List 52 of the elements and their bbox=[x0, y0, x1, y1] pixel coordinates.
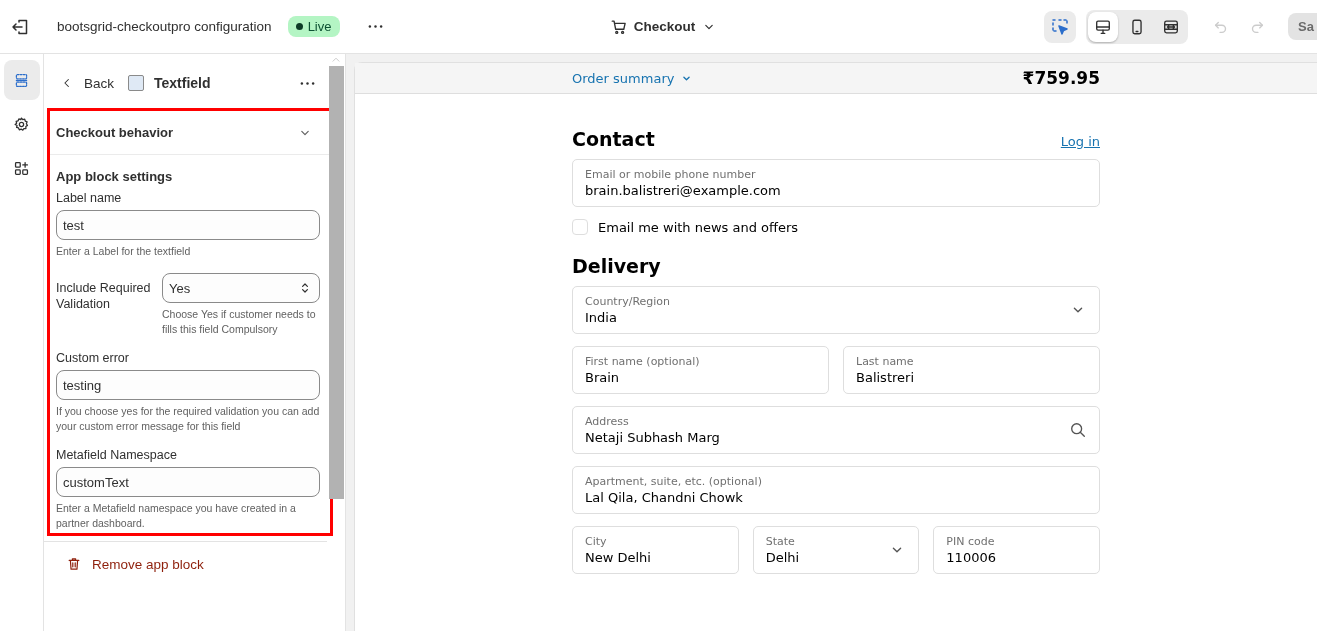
back-button[interactable]: Back bbox=[54, 71, 120, 95]
sections-icon bbox=[13, 71, 30, 89]
trash-icon bbox=[66, 556, 82, 572]
section-heading: Contact bbox=[572, 128, 655, 150]
text-field[interactable]: test bbox=[56, 210, 320, 240]
sections-tab[interactable] bbox=[3, 60, 40, 100]
help-text: If you choose yes for the required validation you can add your custom error message for this field bbox=[56, 404, 320, 434]
order-total: ₹759.95 bbox=[1022, 68, 1100, 88]
text-field[interactable]: City New Delhi bbox=[572, 526, 739, 574]
select-field[interactable]: Country/Region India bbox=[572, 286, 1100, 334]
checkbox[interactable] bbox=[572, 219, 588, 235]
login-link[interactable]: Log in bbox=[1060, 134, 1100, 149]
status-badge: Live bbox=[287, 16, 340, 37]
text-field[interactable]: Last name Balistreri bbox=[843, 346, 1100, 394]
more-icon bbox=[367, 25, 383, 28]
more-icon bbox=[300, 81, 315, 85]
inspector-button[interactable] bbox=[1044, 10, 1077, 43]
help-text: Enter a Metafield namespace you have created in a partner dashboard. bbox=[56, 501, 297, 531]
help-text: Enter a Label for the textfield bbox=[56, 244, 192, 259]
settings-heading: App block settings bbox=[56, 169, 174, 184]
field-label: Metafield Namespace bbox=[56, 448, 178, 462]
text-field[interactable]: First name (optional) Brain bbox=[572, 346, 829, 394]
block-title: Textfield bbox=[154, 75, 212, 91]
section-heading: Delivery bbox=[572, 255, 662, 277]
remove-block-button[interactable]: Remove app block bbox=[66, 556, 204, 572]
text-field[interactable]: Apartment, suite, etc. (optional) Lal Qila, Chandni Chowk bbox=[572, 466, 1100, 514]
page-selector[interactable]: Checkout bbox=[603, 13, 724, 40]
cursor-select-icon bbox=[1050, 16, 1071, 37]
add-apps-icon bbox=[13, 159, 30, 177]
more-button[interactable] bbox=[298, 79, 317, 87]
order-summary-toggle[interactable]: Order summary bbox=[572, 70, 694, 86]
text-field[interactable]: PIN code 110006 bbox=[933, 526, 1100, 574]
field-label: Include Required Validation bbox=[56, 280, 152, 313]
full-width-icon bbox=[1162, 17, 1181, 36]
field-label: Label name bbox=[56, 191, 123, 205]
desktop-icon bbox=[1094, 17, 1113, 36]
app-title: bootsgrid-checkoutpro configuration bbox=[57, 19, 272, 34]
text-field[interactable]: customText bbox=[56, 467, 320, 497]
help-text: Choose Yes if customer needs to fills this field Compulsory bbox=[162, 307, 317, 337]
settings-icon bbox=[13, 115, 30, 133]
search-icon bbox=[1069, 421, 1087, 439]
select-field[interactable]: State Delhi bbox=[752, 526, 920, 574]
scrollbar-thumb[interactable] bbox=[328, 66, 344, 499]
desktop-view-button[interactable] bbox=[1088, 11, 1119, 42]
newsletter-checkbox[interactable]: Email me with news and offers bbox=[572, 219, 1100, 235]
address-field[interactable]: Address Netaji Subhash Marg bbox=[572, 406, 1100, 454]
text-field[interactable]: Email or mobile phone number brain.balistreri@example.com bbox=[572, 159, 1100, 207]
cart-icon bbox=[609, 17, 628, 36]
field-label: Custom error bbox=[56, 351, 130, 365]
text-field[interactable]: testing bbox=[56, 370, 320, 400]
select-field[interactable]: Yes bbox=[162, 273, 320, 303]
block-icon bbox=[128, 75, 144, 91]
